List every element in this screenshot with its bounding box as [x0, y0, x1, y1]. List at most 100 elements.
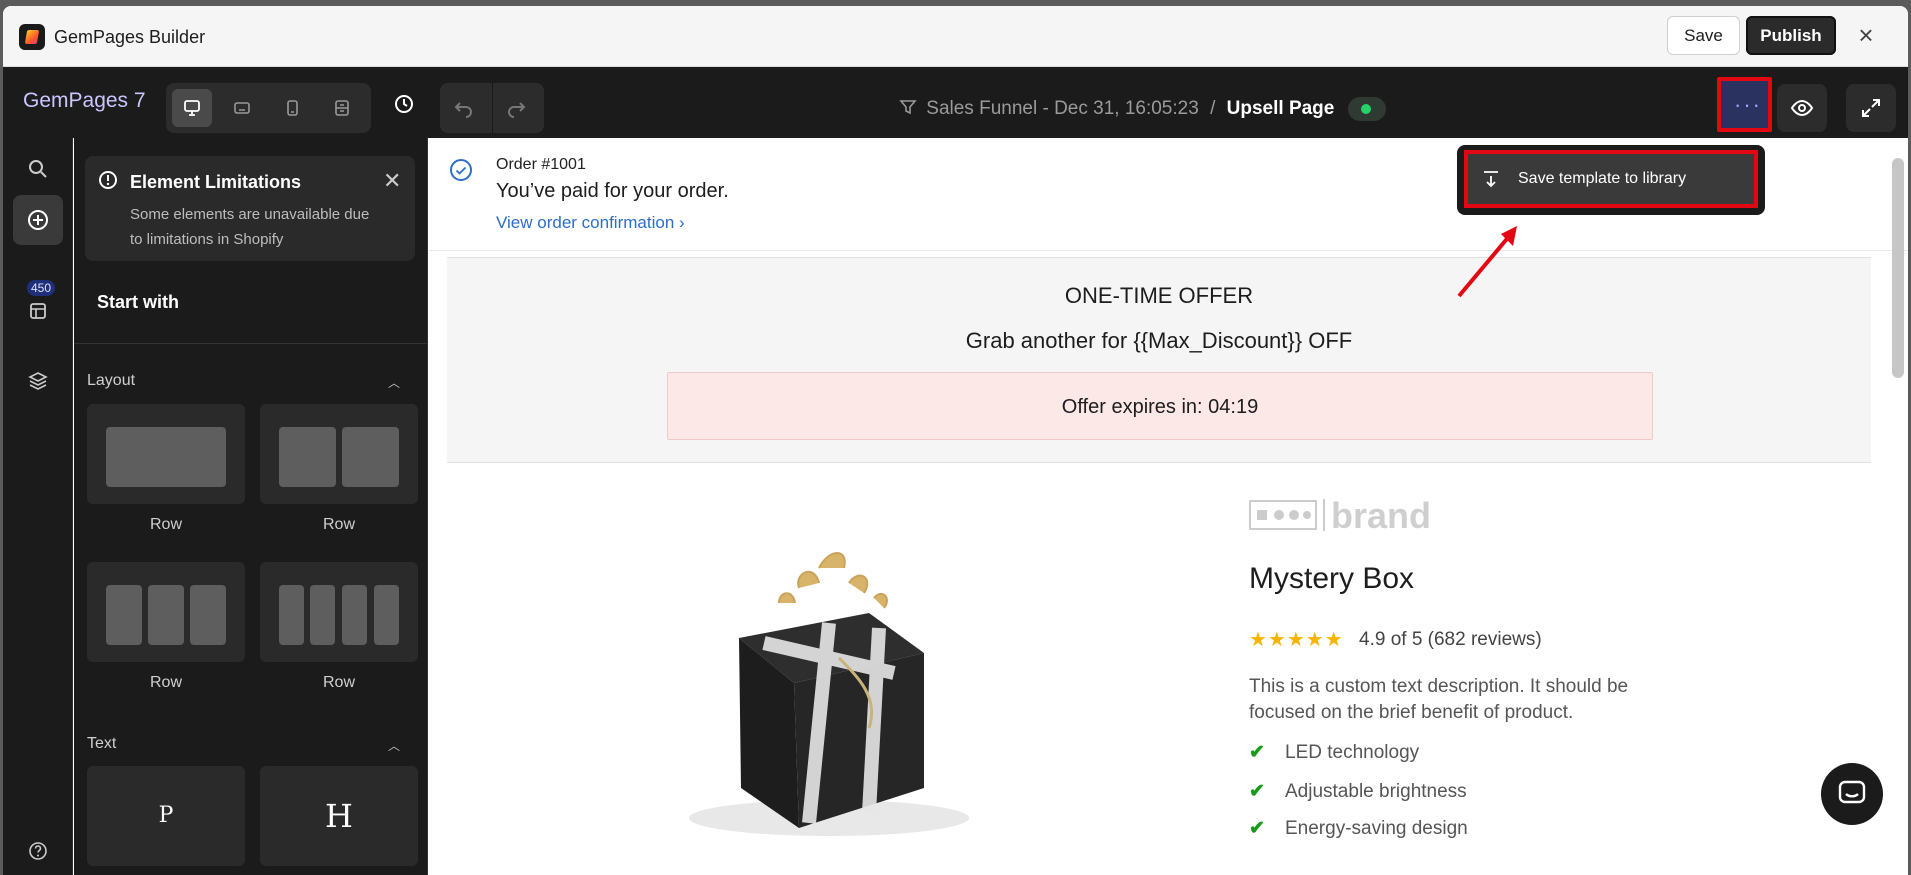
layout-tile-4col[interactable] — [260, 562, 418, 662]
publish-button[interactable]: Publish — [1746, 16, 1836, 55]
undo-icon — [454, 102, 472, 118]
search-elements-button[interactable] — [13, 144, 63, 194]
layout-tile-3col[interactable] — [87, 562, 245, 662]
mobile-view-button[interactable] — [272, 89, 312, 127]
offer-title: ONE-TIME OFFER — [1064, 283, 1254, 308]
tablet-landscape-button[interactable] — [222, 89, 262, 127]
expand-icon — [1862, 99, 1880, 117]
layout-block — [106, 585, 142, 645]
mobile-icon — [287, 100, 298, 116]
layout-block — [148, 585, 184, 645]
more-options-button[interactable]: ··· — [1717, 77, 1772, 132]
notice-title: Element Limitations — [130, 172, 302, 192]
window-title: GemPages Builder — [54, 27, 206, 47]
fullscreen-button[interactable] — [1846, 84, 1896, 132]
tablet-icon — [234, 102, 250, 114]
brand-name: GemPages 7 — [23, 89, 146, 112]
layout-tile-label: Row — [322, 516, 355, 533]
layers-icon — [28, 372, 48, 390]
desktop-icon — [184, 100, 200, 116]
feature-item: ✔ Adjustable brightness — [1249, 781, 1467, 802]
check-icon: ✔ — [1249, 742, 1265, 763]
undo-button[interactable] — [452, 95, 482, 125]
annotation-arrow — [1457, 226, 1517, 298]
breadcrumb-parent[interactable]: Sales Funnel - Dec 31, 16:05:23 — [926, 98, 1199, 119]
order-confirmation-link[interactable]: View order confirmation › — [496, 213, 685, 233]
layout-tile-label: Row — [322, 674, 355, 691]
funnel-icon — [899, 100, 917, 115]
chevron-up-icon[interactable]: ︿ — [388, 737, 400, 754]
layout-tile-label: Row — [149, 516, 182, 533]
close-window-icon[interactable]: × — [1854, 22, 1878, 48]
rating-stars: ★★★★★ — [1249, 629, 1344, 651]
library-button[interactable] — [13, 288, 63, 338]
layout-section-title[interactable]: Layout — [87, 372, 135, 390]
breadcrumb-separator: / — [1210, 98, 1216, 120]
left-rail: 450 — [3, 138, 73, 875]
divider — [492, 83, 493, 133]
chevron-up-icon[interactable]: ︿ — [388, 374, 400, 391]
breadcrumb-current: Upsell Page — [1226, 98, 1335, 120]
check-icon: ✔ — [1249, 781, 1265, 802]
chat-button[interactable] — [1821, 763, 1883, 825]
editor-toolbar: GemPages 7 Sales Funnel - Dec 31, 16:05:… — [3, 67, 1908, 138]
feature-item: ✔ Energy-saving design — [1249, 818, 1468, 839]
heading-tile[interactable]: H — [260, 766, 418, 866]
add-elements-button[interactable] — [13, 195, 63, 245]
layout-block — [279, 585, 304, 645]
page-canvas: Order #1001 You’ve paid for your order. … — [429, 138, 1908, 875]
history-button[interactable] — [393, 93, 423, 123]
product-description: This is a custom text description. It sh… — [1249, 676, 1629, 723]
save-template-menu-item[interactable]: Save template to library — [1464, 150, 1758, 208]
feature-item: ✔ LED technology — [1249, 742, 1420, 763]
layout-tile-1col[interactable] — [87, 404, 245, 504]
layers-button[interactable] — [13, 356, 63, 406]
start-with-heading: Start with — [97, 292, 180, 312]
help-button[interactable] — [13, 826, 63, 875]
layout-block — [106, 427, 226, 487]
brand-logo: brand — [1249, 495, 1431, 535]
desktop-view-button[interactable] — [172, 89, 212, 127]
layout-block — [279, 427, 336, 487]
library-icon — [30, 303, 46, 319]
layout-block — [342, 427, 399, 487]
layout-tile-2col[interactable] — [260, 404, 418, 504]
product-title: Mystery Box — [1249, 562, 1415, 595]
countdown-timer[interactable]: Offer expires in: 04:19 — [667, 372, 1653, 440]
text-section-title[interactable]: Text — [87, 735, 116, 753]
offer-section[interactable]: ONE-TIME OFFER Grab another for {{Max_Di… — [447, 257, 1871, 463]
layout-icon — [335, 100, 349, 116]
help-icon — [29, 842, 47, 860]
order-paid-text: You’ve paid for your order. — [496, 180, 729, 202]
info-icon — [99, 171, 117, 189]
app-logo — [19, 24, 45, 50]
divider — [74, 343, 427, 344]
order-number: Order #1001 — [496, 156, 586, 173]
layout-tile-label: Row — [149, 674, 182, 691]
app-window: GemPages Builder Save Publish × GemPages… — [3, 6, 1908, 875]
offer-subtitle: Grab another for {{Max_Discount}} OFF — [965, 328, 1353, 353]
rating-text: 4.9 of 5 (682 reviews) — [1359, 629, 1542, 650]
layout-block — [310, 585, 335, 645]
title-bar: GemPages Builder Save Publish × — [3, 6, 1908, 67]
timer-text: Offer expires in: 04:19 — [1061, 396, 1259, 418]
notice-body: Some elements are unavailable due to lim… — [130, 206, 370, 248]
layout-view-button[interactable] — [322, 89, 362, 127]
product-image[interactable] — [679, 518, 979, 848]
svg-text:brand: brand — [1331, 495, 1431, 535]
device-switcher — [166, 83, 371, 133]
save-button[interactable]: Save — [1667, 16, 1740, 55]
paragraph-tile[interactable]: P — [87, 766, 245, 866]
status-badge[interactable] — [1347, 97, 1386, 121]
close-icon[interactable]: ✕ — [383, 168, 401, 194]
preview-button[interactable] — [1777, 84, 1827, 132]
add-icon — [28, 210, 48, 230]
canvas-scrollbar[interactable] — [1892, 158, 1904, 378]
element-limitations-notice: Element Limitations Some elements are un… — [85, 156, 415, 261]
breadcrumb: Sales Funnel - Dec 31, 16:05:23 / Upsell… — [899, 97, 1386, 121]
search-icon — [29, 160, 47, 178]
undo-redo-group — [440, 83, 544, 133]
download-icon — [1484, 171, 1498, 188]
redo-button[interactable] — [504, 95, 534, 125]
layout-block — [374, 585, 399, 645]
